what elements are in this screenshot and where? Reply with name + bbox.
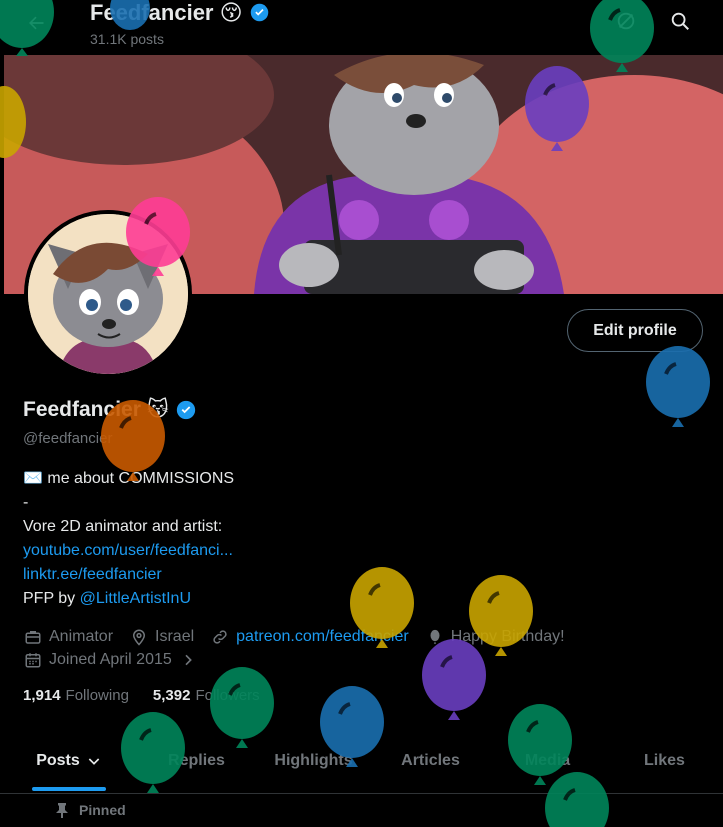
no-ads-button[interactable] [608,5,644,41]
tab-label: Articles [401,751,460,769]
display-name-text: Feedfancier [23,397,141,421]
calendar-icon [23,650,43,670]
tab-media[interactable]: Media [489,728,606,793]
tab-likes[interactable]: Likes [606,728,723,793]
joined-text: Joined April 2015 [49,651,172,668]
following-link[interactable]: 1,914 Following [23,687,129,704]
balloon-icon [425,627,445,647]
location-icon [129,627,149,647]
website-link[interactable]: patreon.com/feedfancier [236,625,409,648]
search-button[interactable] [662,5,698,41]
tab-label: Highlights [274,751,353,769]
profile-meta: Animator Israel patreon.com/feedfancier … [23,625,581,671]
tab-posts[interactable]: Posts [0,728,138,793]
posts-count: 31.1K posts [90,31,164,47]
linktree-link[interactable]: linktr.ee/feedfancier [23,566,162,583]
bio: ✉️ me about COMMISSIONS - Vore 2D animat… [23,467,234,611]
followers-count: 5,392 [152,687,191,704]
youtube-link[interactable]: youtube.com/user/feedfanci... [23,542,233,559]
avatar[interactable] [24,210,192,378]
location-text: Israel [155,628,195,645]
tab-articles[interactable]: Articles [372,728,489,793]
verified-icon [249,2,270,29]
bio-text: me about COMMISSIONS [47,470,235,487]
link-icon [210,627,230,647]
following-label: Following [65,687,129,704]
profile-tabs: Posts Replies Highlights Articles Media … [0,728,723,794]
birthday-text: Happy Birthday! [450,628,565,645]
bio-line: Vore 2D animator and artist: [23,518,223,535]
display-name: Feedfancier 😽 [23,397,197,422]
user-handle: @feedfancier [23,430,113,447]
back-button[interactable] [18,8,54,44]
page-title: Feedfancier 😚 [90,0,270,29]
avatar-art [28,214,188,374]
envelope-icon: ✉️ [23,470,43,487]
pinned-label: Pinned [55,802,126,818]
website-item[interactable]: patreon.com/feedfancier [210,625,409,648]
tab-label: Media [524,751,571,769]
briefcase-icon [23,627,43,647]
bio-line: - [23,494,29,511]
location-item: Israel [129,625,194,648]
back-arrow-icon [26,13,46,39]
top-bar: Feedfancier 😚 31.1K posts [0,0,723,55]
pin-icon [55,802,69,818]
tab-highlights[interactable]: Highlights [255,728,372,793]
pfp-credit-text: PFP by [23,590,80,607]
tab-replies[interactable]: Replies [138,728,255,793]
following-count: 1,914 [23,687,61,704]
tab-label: Likes [644,751,685,769]
edit-profile-button[interactable]: Edit profile [567,309,703,352]
followers-link[interactable]: 5,392 Followers [153,687,260,704]
tab-label: Replies [168,751,225,769]
search-icon [669,10,691,37]
category-item: Animator [23,625,113,648]
category-text: Animator [49,628,114,645]
name-emoji: 😽 [146,398,169,421]
followers-label: Followers [195,687,260,704]
verified-icon[interactable] [175,399,197,421]
bio-line: PFP by @LittleArtistInU [23,587,234,611]
joined-item: Joined April 2015 [23,648,198,671]
follow-stats: 1,914 Following 5,392 Followers [23,687,260,704]
pfp-artist-link[interactable]: @LittleArtistInU [80,590,191,607]
no-ads-icon [615,10,637,37]
bio-line: ✉️ me about COMMISSIONS [23,467,234,491]
pinned-text: Pinned [79,802,126,818]
chevron-down-icon [86,753,102,769]
tab-label: Posts [36,751,80,769]
balloon-icon [646,346,710,427]
birthday-item: Happy Birthday! [425,625,565,648]
active-tab-indicator [32,787,106,791]
chevron-right-icon[interactable] [178,650,198,670]
